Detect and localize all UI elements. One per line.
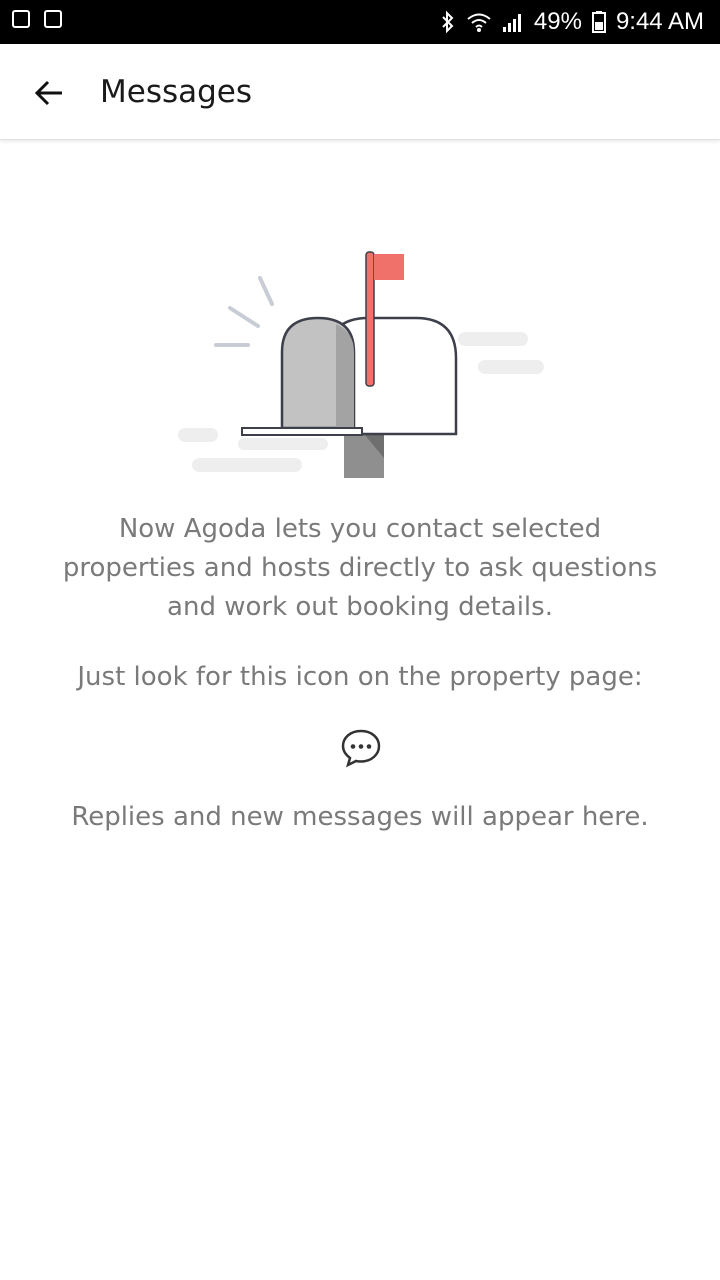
arrow-left-icon	[34, 80, 62, 106]
notification-icon	[12, 10, 30, 28]
replies-text: Replies and new messages will appear her…	[71, 802, 649, 832]
back-button[interactable]	[30, 74, 68, 112]
bluetooth-icon	[440, 10, 456, 34]
battery-percent: 49%	[533, 8, 582, 35]
page-title: Messages	[100, 74, 253, 110]
wifi-icon	[466, 11, 492, 33]
app-bar: Messages	[0, 44, 720, 140]
status-bar: 49% 9:44 AM	[0, 0, 720, 44]
mailbox-illustration	[178, 251, 544, 478]
chat-bubble-icon	[341, 729, 381, 768]
battery-icon	[591, 11, 606, 33]
hint-text: Just look for this icon on the property …	[77, 662, 643, 692]
notification-icon	[44, 10, 62, 28]
notification-icons	[12, 10, 62, 28]
clock: 9:44 AM	[615, 8, 704, 35]
signal-icon	[502, 11, 524, 33]
intro-text: Now Agoda lets you contact selected prop…	[62, 514, 658, 622]
